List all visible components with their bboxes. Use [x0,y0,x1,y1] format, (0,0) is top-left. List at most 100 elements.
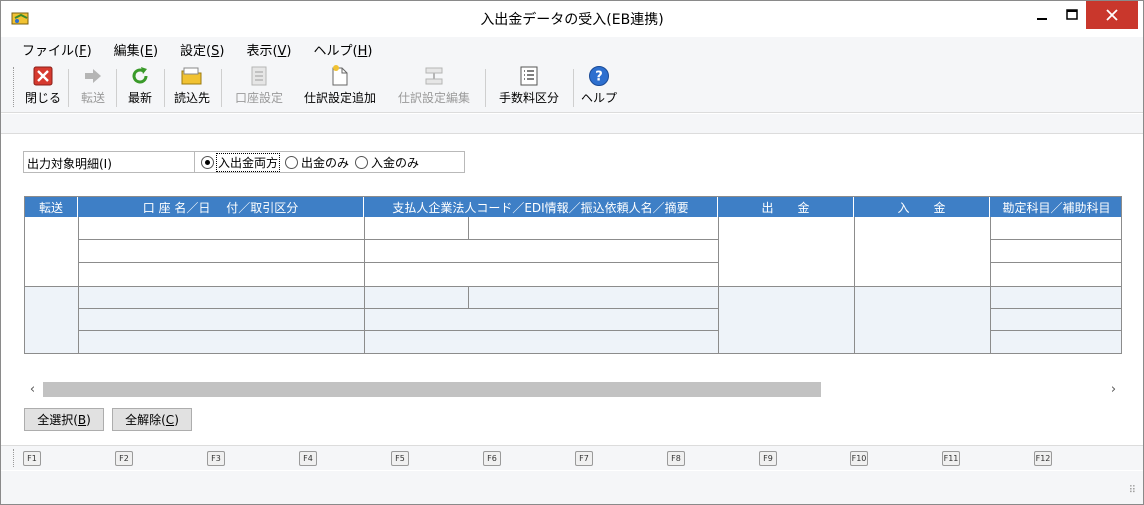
scrollbar-thumb[interactable] [43,382,821,397]
fkey-f1[interactable]: F1 [23,451,41,466]
minimize-button[interactable] [1026,1,1058,29]
help-button-label: ヘルプ [580,91,617,105]
scroll-right-icon[interactable]: › [1105,380,1122,399]
add-journal-settings-button-label: 仕訳設定追加 [303,91,376,105]
folder-icon [181,67,202,85]
col-header-account[interactable]: 口 座 名／日 付／取引区分 [78,197,364,217]
menu-file-label: ファイル( [22,43,80,59]
menu-settings-label: 設定( [180,43,212,59]
menu-edit-label: 編集( [113,43,145,59]
grid-line [990,262,1121,263]
function-key-grip[interactable] [13,449,16,467]
resize-grip-icon[interactable]: ⠿ [1129,485,1136,496]
grid-line [990,308,1121,309]
close-button-label: 閉じる [24,91,61,105]
title-bar[interactable]: 入出金データの受入(EB連携) [1,1,1143,35]
radio-deposit-only[interactable]: 入金のみ [355,154,419,171]
menu-settings-suffix: ) [219,43,225,59]
help-button[interactable]: ? ヘルプ [580,65,618,111]
grid-horizontal-scrollbar[interactable]: ‹ › [24,380,1122,399]
account-settings-button-label: 口座設定 [234,91,283,105]
import-from-button[interactable]: 読込先 [170,65,214,111]
select-all-key: B [77,412,87,427]
fkey-f3[interactable]: F3 [207,451,225,466]
refresh-button-label: 最新 [127,91,152,105]
menu-edit[interactable]: 編集(E) [103,40,169,59]
close-window-button[interactable] [1086,1,1138,29]
radio-deposit-indicator[interactable] [355,155,369,169]
edit-journal-settings-button-label: 仕訳設定編集 [397,91,470,105]
menu-settings[interactable]: 設定(S) [169,40,235,59]
menu-view[interactable]: 表示(V) [235,40,302,59]
new-document-icon [332,65,348,86]
fkey-f7[interactable]: F7 [575,451,593,466]
grid-row-shade [25,286,1121,353]
toolbar-separator [164,69,165,107]
menu-view-suffix: ) [286,43,292,59]
clear-all-label: 全解除( [125,413,166,427]
grid-line [990,330,1121,331]
fee-category-button-label: 手数料区分 [498,91,559,105]
radio-withdrawal-indicator[interactable] [285,155,299,169]
grid-line [78,308,718,309]
toolbar-separator [485,69,486,107]
close-icon [1106,9,1118,21]
clear-all-key: C [165,412,175,427]
select-all-label: 全選択( [37,413,78,427]
close-button[interactable]: 閉じる [23,65,63,111]
fkey-f8[interactable]: F8 [667,451,685,466]
fkey-f10[interactable]: F10 [850,451,868,466]
clear-all-button[interactable]: 全解除(C) [112,408,192,431]
fkey-f11[interactable]: F11 [942,451,960,466]
radio-both-label[interactable]: 入出金両方 [215,152,281,172]
select-all-suffix: ) [86,412,91,427]
fkey-f2[interactable]: F2 [115,451,133,466]
fkey-f9[interactable]: F9 [759,451,777,466]
select-all-button[interactable]: 全選択(B) [24,408,104,431]
radio-both[interactable]: 入出金両方 [201,152,281,172]
fkey-f4[interactable]: F4 [299,451,317,466]
close-x-icon [33,66,53,86]
output-filter-radio-group: 入出金両方 出金のみ 入金のみ [194,151,465,173]
radio-deposit-label[interactable]: 入金のみ [371,154,419,171]
status-bar: ⠿ [1,471,1143,504]
col-header-account-subject[interactable]: 勘定科目／補助科目 [990,197,1121,217]
edit-journal-settings-button[interactable]: 仕訳設定編集 [391,65,477,111]
radio-withdrawal-label[interactable]: 出金のみ [301,154,349,171]
menu-bar: ファイル(F) 編集(E) 設定(S) 表示(V) ヘルプ(H) [1,37,1143,61]
toolbar: 閉じる 転送 最新 読込先 口座設定 仕訳設定追加 仕訳設定編集 手数料区分 ?… [1,61,1143,113]
col-header-deposit[interactable]: 入 金 [854,197,990,217]
transfer-button[interactable]: 転送 [75,65,111,111]
toolbar-grip[interactable] [13,67,16,107]
window-title: 入出金データの受入(EB連携) [480,12,664,28]
svg-text:?: ? [595,70,603,85]
help-icon: ? [589,66,609,86]
radio-both-indicator[interactable] [201,155,214,169]
radio-withdrawal-only[interactable]: 出金のみ [285,154,349,171]
fkey-f5[interactable]: F5 [391,451,409,466]
transfer-button-label: 転送 [80,91,105,105]
fkey-f12[interactable]: F12 [1034,451,1052,466]
menu-view-label: 表示( [246,43,278,59]
toolbar-separator [68,69,69,107]
function-key-bar: F1 F2 F3 F4 F5 F6 F7 F8 F9 F10 F11 F12 [1,445,1143,470]
fee-category-button[interactable]: 手数料区分 [492,65,566,111]
list-icon [520,66,538,86]
fkey-f6[interactable]: F6 [483,451,501,466]
col-header-payer-info[interactable]: 支払人企業法人コード／EDI情報／振込依頼人名／摘要 [364,197,718,217]
menu-file[interactable]: ファイル(F) [11,40,103,59]
transactions-grid[interactable]: 転送 口 座 名／日 付／取引区分 支払人企業法人コード／EDI情報／振込依頼人… [24,196,1122,354]
add-journal-settings-button[interactable]: 仕訳設定追加 [297,65,383,111]
maximize-button[interactable] [1058,1,1086,29]
menu-help[interactable]: ヘルプ(H) [303,40,384,59]
grid-line [468,217,469,239]
toolbar-separator [116,69,117,107]
output-filter-label: 出力対象明細(I) [23,151,195,173]
account-settings-button[interactable]: 口座設定 [227,65,291,111]
menu-help-suffix: ) [367,43,373,59]
menu-help-label: ヘルプ( [313,43,358,59]
col-header-withdrawal[interactable]: 出 金 [718,197,854,217]
scroll-left-icon[interactable]: ‹ [24,380,41,399]
col-header-transfer[interactable]: 転送 [25,197,78,217]
refresh-button[interactable]: 最新 [122,65,158,111]
